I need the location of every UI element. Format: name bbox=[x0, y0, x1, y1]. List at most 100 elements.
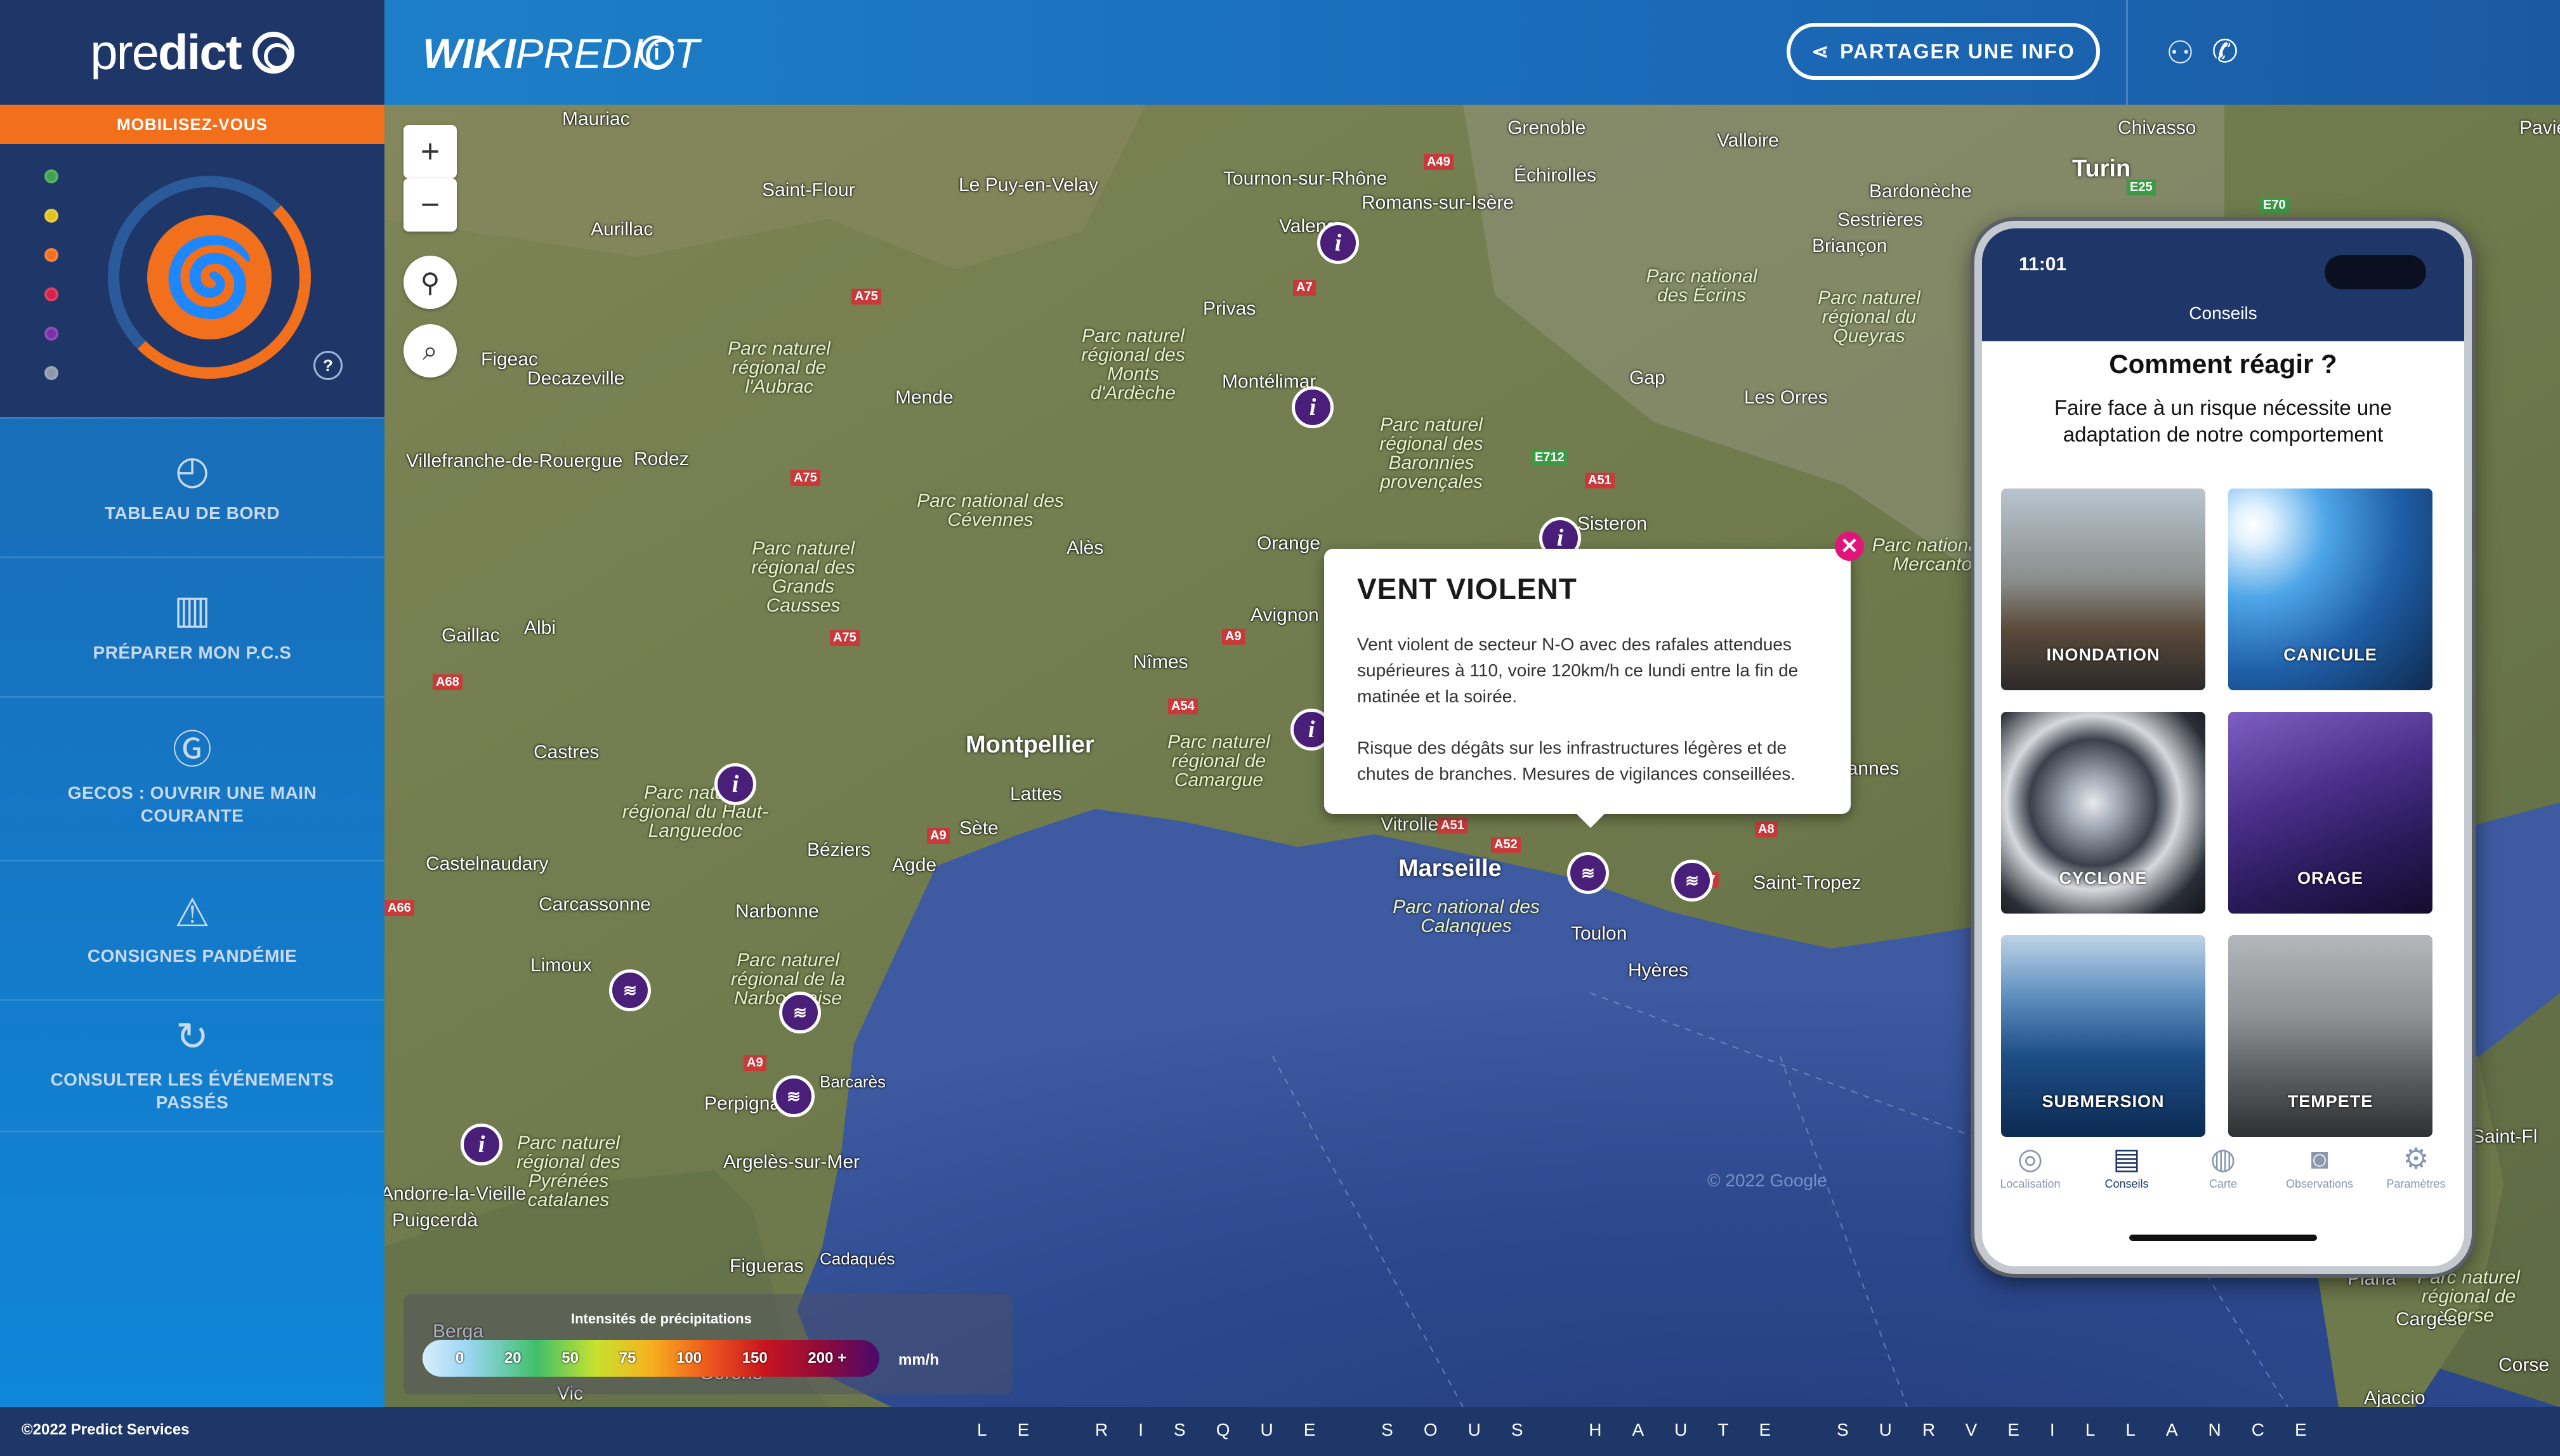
map-label: Cadaqués bbox=[820, 1249, 895, 1268]
user-icon[interactable]: ⚇ bbox=[2166, 34, 2195, 71]
warning-icon: ⚠ bbox=[174, 891, 210, 935]
popup-paragraph: Vent violent de secteur N-O avec des raf… bbox=[1357, 634, 1799, 706]
search-icon[interactable]: ⌕ bbox=[404, 324, 457, 377]
level-dot[interactable] bbox=[44, 366, 58, 380]
history-icon: ↻ bbox=[176, 1015, 209, 1059]
wind-pin[interactable]: ≋ bbox=[1671, 860, 1713, 902]
map-label: Alès bbox=[1067, 537, 1104, 558]
map-label: Tournon-sur-Rhône bbox=[1223, 168, 1388, 189]
close-icon[interactable]: ✕ bbox=[1835, 532, 1864, 561]
phone-home-indicator bbox=[2129, 1235, 2317, 1241]
share-info-button[interactable]: ⋖ PARTAGER UNE INFO bbox=[1787, 23, 2100, 80]
info-pin[interactable]: i bbox=[1292, 386, 1334, 428]
card-submersion[interactable]: SUBMERSION bbox=[2001, 935, 2205, 1137]
nav-dashboard[interactable]: ◴ TABLEAU DE BORD bbox=[0, 417, 384, 556]
map-label: Saint-Tropez bbox=[1753, 872, 1861, 893]
map-label: Turin bbox=[2072, 155, 2131, 182]
zoom-in-button[interactable]: + bbox=[404, 125, 457, 178]
wind-pin[interactable]: ≋ bbox=[773, 1075, 815, 1117]
card-cyclone[interactable]: CYCLONE bbox=[2001, 712, 2205, 914]
share-icon: ⋖ bbox=[1811, 40, 1830, 63]
nav-pandemic[interactable]: ⚠ CONSIGNES PANDÉMIE bbox=[0, 860, 384, 999]
map-label: Échirolles bbox=[1514, 165, 1597, 186]
tab-carte[interactable]: ◍ Carte bbox=[2176, 1142, 2271, 1205]
map-label: Le Puy-en-Velay bbox=[959, 174, 1099, 195]
footer-tagline: LE RISQUE SOUS HAUTE SURVEILLANCE bbox=[977, 1420, 2337, 1440]
nav-label: CONSIGNES PANDÉMIE bbox=[87, 945, 298, 966]
road-marker: A66 bbox=[384, 900, 414, 916]
card-inondation[interactable]: INONDATION bbox=[2001, 489, 2205, 690]
map-label: Nîmes bbox=[1133, 652, 1188, 672]
road-marker: A75 bbox=[791, 470, 820, 486]
risk-level-panel: 🌀 ? bbox=[0, 144, 384, 417]
map-label: Barcarès bbox=[820, 1072, 886, 1091]
tab-localisation[interactable]: ◎ Localisation bbox=[1983, 1142, 2078, 1205]
info-icon[interactable]: i bbox=[640, 36, 674, 70]
map-label: Béziers bbox=[807, 839, 871, 860]
tab-observations[interactable]: ◙ Observations bbox=[2272, 1142, 2367, 1205]
level-dot[interactable] bbox=[44, 287, 58, 301]
header-divider bbox=[2126, 0, 2128, 105]
wind-pin[interactable]: ≋ bbox=[609, 969, 651, 1011]
card-tempete[interactable]: TEMPETE bbox=[2228, 935, 2432, 1137]
map-label: Mende bbox=[895, 387, 954, 408]
info-pin[interactable]: i bbox=[461, 1124, 502, 1165]
precipitation-legend: Intensités de précipitations 0 20 50 75 … bbox=[404, 1294, 1013, 1394]
legend-title: Intensités de précipitations bbox=[571, 1311, 752, 1327]
info-pin[interactable]: i bbox=[714, 763, 756, 805]
phone-camera-notch bbox=[2325, 255, 2426, 289]
map-label: Limoux bbox=[530, 955, 592, 976]
logo-ring-icon bbox=[252, 31, 294, 74]
info-pin[interactable]: i bbox=[1317, 222, 1359, 264]
map-label: Romans-sur-Isère bbox=[1362, 192, 1514, 213]
map-label: Briançon bbox=[1812, 235, 1887, 256]
map-label: Les Orres bbox=[1744, 387, 1828, 408]
locate-icon[interactable]: ⚲ bbox=[404, 256, 457, 309]
logo[interactable]: predict bbox=[0, 0, 384, 105]
park-label: Parc naturel régional des Baronnies prov… bbox=[1379, 414, 1483, 492]
nav-past-events[interactable]: ↻ CONSULTER LES ÉVÉNEMENTS PASSÉS bbox=[0, 999, 384, 1132]
legend-tick: 200 + bbox=[808, 1349, 847, 1367]
tab-parametres[interactable]: ⚙ Paramètres bbox=[2368, 1142, 2464, 1205]
legend-unit: mm/h bbox=[898, 1351, 940, 1368]
legend-tick: 100 bbox=[676, 1349, 702, 1367]
phone-icon[interactable]: ✆ bbox=[2212, 33, 2238, 70]
tab-conseils[interactable]: ▤ Conseils bbox=[2079, 1142, 2174, 1205]
nav-gecos[interactable]: Ⓖ GECOS : OUVRIR UNE MAIN COURANTE bbox=[0, 696, 384, 860]
map-label: Villefranche-de-Rouergue bbox=[406, 450, 623, 471]
road-marker: A51 bbox=[1438, 818, 1467, 834]
footer-copyright: ©2022 Predict Services bbox=[22, 1421, 190, 1438]
phone-time: 11:01 bbox=[2019, 254, 2067, 275]
tornado-icon: 🌀 bbox=[147, 215, 272, 339]
road-marker: A7 bbox=[1293, 280, 1316, 296]
card-canicule[interactable]: CANICULE bbox=[2228, 489, 2432, 690]
document-icon: ▤ bbox=[2113, 1142, 2141, 1175]
map-label: Toulon bbox=[1571, 923, 1627, 944]
level-dot[interactable] bbox=[44, 209, 58, 223]
nav-label: CONSULTER LES ÉVÉNEMENTS PASSÉS bbox=[50, 1070, 334, 1112]
help-icon[interactable]: ? bbox=[313, 351, 343, 380]
map-label: Sisteron bbox=[1577, 513, 1648, 534]
wind-pin[interactable]: ≋ bbox=[779, 992, 821, 1033]
phone-tab-bar: ◎ Localisation ▤ Conseils ◍ Carte ◙ Observat… bbox=[1982, 1142, 2464, 1205]
level-dot[interactable] bbox=[44, 169, 58, 183]
level-dot[interactable] bbox=[44, 248, 58, 262]
road-marker: A49 bbox=[1424, 154, 1454, 170]
mobilise-banner[interactable]: MOBILISEZ-VOUS bbox=[0, 105, 384, 144]
road-marker: A51 bbox=[1585, 473, 1615, 489]
legend-scale: 0 20 50 75 100 150 200 + bbox=[423, 1340, 879, 1377]
nav-prepare-pcs[interactable]: ▥ PRÉPARER MON P.C.S bbox=[0, 556, 384, 696]
sidebar: predict MOBILISEZ-VOUS 🌀 ? ◴ TABLEAU DE … bbox=[0, 0, 384, 1407]
park-label: Parc naturel régional de Corse bbox=[2417, 1267, 2520, 1326]
legend-tick: 75 bbox=[619, 1349, 636, 1367]
map-label: Pavie bbox=[2519, 117, 2560, 138]
map-label: Narbonne bbox=[735, 901, 819, 922]
map-label: Sète bbox=[959, 818, 999, 839]
map-label: Aurillac bbox=[591, 219, 653, 240]
map-label: Corse bbox=[2498, 1354, 2550, 1375]
card-orage[interactable]: ORAGE bbox=[2228, 712, 2432, 914]
map-label: Figueras bbox=[730, 1256, 804, 1276]
level-dot[interactable] bbox=[44, 327, 58, 341]
wind-pin[interactable]: ≋ bbox=[1567, 852, 1609, 894]
zoom-out-button[interactable]: − bbox=[404, 178, 457, 232]
